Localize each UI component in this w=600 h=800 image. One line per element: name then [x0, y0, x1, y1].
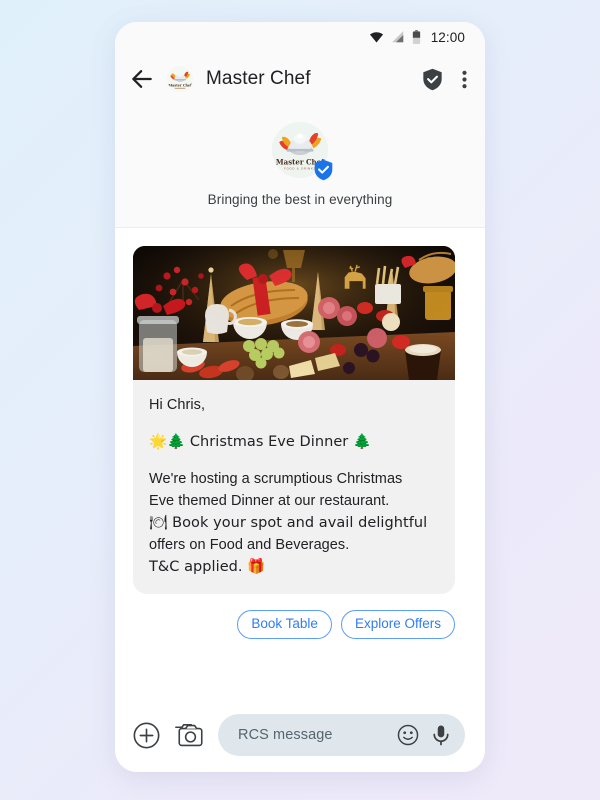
camera-icon[interactable] [174, 722, 204, 749]
phone-frame: 12:00 Master Chef Master Chef Master Che… [115, 22, 485, 772]
message-body-line-5: T&C applied. 🎁 [149, 559, 266, 576]
suggested-actions: Book Table Explore Offers [133, 610, 455, 639]
rich-card: Hi Chris, 🌟🌲 Christmas Eve Dinner 🌲 We'r… [133, 246, 455, 639]
cellular-signal-icon [391, 31, 403, 43]
back-arrow-icon[interactable] [129, 66, 155, 92]
message-body-line-4: offers on Food and Beverages. [149, 537, 350, 554]
rcs-message-placeholder: RCS message [238, 727, 333, 743]
page-title: Master Chef [206, 68, 311, 89]
verified-badge-icon [314, 159, 333, 181]
emoji-smiley-icon[interactable] [397, 724, 419, 746]
app-bar: Master Chef Master Chef [115, 52, 485, 106]
microphone-icon[interactable] [431, 724, 451, 746]
explore-offers-button[interactable]: Explore Offers [340, 610, 455, 639]
message-composer: RCS message [115, 698, 485, 772]
profile-tagline: Bringing the best in everything [207, 192, 393, 207]
verified-shield-icon[interactable] [422, 68, 443, 91]
avatar[interactable]: Master Chef FOOD & DRINKS [272, 122, 333, 181]
plus-circle-icon[interactable] [133, 722, 160, 749]
app-bar-actions [422, 68, 467, 91]
battery-icon [412, 30, 420, 44]
message-greeting: Hi Chris, [149, 397, 206, 413]
status-bar: 12:00 [115, 22, 485, 52]
message-bubble: Hi Chris, 🌟🌲 Christmas Eve Dinner 🌲 We'r… [133, 380, 455, 595]
master-chef-logo-avatar[interactable]: Master Chef [167, 66, 193, 92]
christmas-dinner-spread-photo[interactable] [133, 246, 455, 380]
chat-area: Hi Chris, 🌟🌲 Christmas Eve Dinner 🌲 We'r… [115, 228, 485, 698]
rcs-message-input[interactable]: RCS message [218, 714, 465, 756]
wifi-icon [369, 31, 383, 42]
book-table-button[interactable]: Book Table [237, 610, 332, 639]
svg-text:Master Chef: Master Chef [168, 84, 192, 88]
message-headline: 🌟🌲 Christmas Eve Dinner 🌲 [149, 434, 372, 451]
profile-band: Master Chef FOOD & DRINKS Bringing the b… [115, 106, 485, 228]
message-body-line-3: 🍽 Book your spot and avail delightful [149, 515, 428, 532]
logo-subtext: FOOD & DRINKS [284, 167, 316, 171]
more-vertical-icon[interactable] [462, 69, 467, 90]
message-body-line-2: Eve themed Dinner at our restaurant. [149, 493, 390, 510]
status-clock: 12:00 [430, 29, 465, 45]
message-body-line-1: We're hosting a scrumptious Christmas [149, 471, 403, 488]
